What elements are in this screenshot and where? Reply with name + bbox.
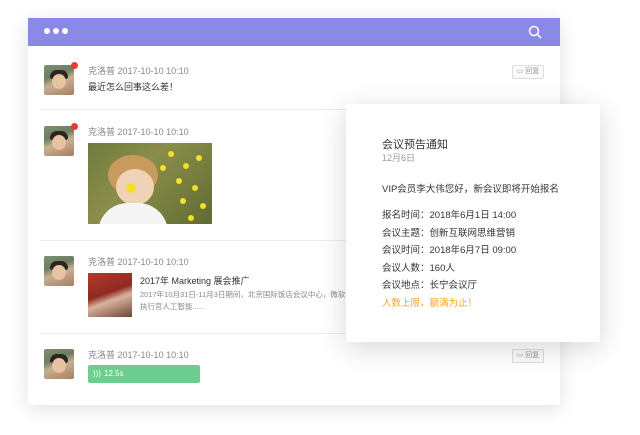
voice-wave-icon: )))	[93, 369, 101, 378]
reply-button[interactable]: ▭ 回复	[512, 349, 544, 363]
card-title[interactable]: 2017年 Marketing 展会推广	[140, 274, 250, 287]
avatar[interactable]	[44, 349, 74, 379]
author-name: 克洛普	[88, 127, 116, 137]
meeting-notice-card: 会议预告通知 12月6日 VIP会员李大伟您好，新会议即将开始报名 报名时间：2…	[346, 104, 600, 342]
card-thumbnail[interactable]	[88, 273, 132, 317]
voice-duration: 12.5s	[104, 369, 124, 378]
notice-line-signup-time: 报名时间：2018年6月1日 14:00	[382, 210, 517, 221]
unread-dot	[71, 123, 78, 130]
avatar[interactable]	[44, 256, 74, 286]
message-meta: 克洛普 2017-10-10 10:10	[88, 348, 189, 361]
reply-icon: ▭	[516, 352, 524, 359]
message-time: 2017-10-10 10:10	[117, 127, 189, 137]
message-meta: 克洛普 2017-10-10 10:10	[88, 255, 189, 268]
message-time: 2017-10-10 10:10	[117, 257, 189, 267]
author-name: 克洛普	[88, 257, 116, 267]
message-time: 2017-10-10 10:10	[117, 350, 189, 360]
message-photo[interactable]	[88, 143, 212, 224]
notice-line-topic: 会议主题：创新互联网思维营销	[382, 228, 516, 239]
notice-greeting: VIP会员李大伟您好，新会议即将开始报名	[382, 184, 559, 195]
notice-line-headcount: 会议人数：160人	[382, 263, 455, 274]
reply-button[interactable]: ▭ 回复	[512, 65, 544, 79]
card-description: 2017年10月31日-11月3日期间，北京国际饭店会议中心，微软公司首席执行官…	[140, 290, 376, 311]
message-meta: 克洛普 2017-10-10 10:10	[88, 64, 189, 77]
notice-title: 会议预告通知	[382, 139, 448, 151]
reply-icon: ▭	[516, 68, 524, 75]
notice-date: 12月6日	[382, 153, 416, 163]
top-bar	[28, 18, 560, 46]
avatar[interactable]	[44, 65, 74, 95]
author-name: 克洛普	[88, 66, 116, 76]
message-time: 2017-10-10 10:10	[117, 66, 189, 76]
author-name: 克洛普	[88, 350, 116, 360]
voice-message[interactable]: ))) 12.5s	[88, 365, 200, 383]
notice-line-location: 会议地点：长宁会议厅	[382, 280, 478, 291]
avatar[interactable]	[44, 126, 74, 156]
notice-warning: 人数上限，额满为止！	[382, 298, 478, 309]
unread-dot	[71, 62, 78, 69]
notice-line-meeting-time: 会议时间：2018年6月7日 09:00	[382, 245, 517, 256]
search-icon[interactable]	[528, 25, 542, 39]
message-meta: 克洛普 2017-10-10 10:10	[88, 125, 189, 138]
dots-icon[interactable]	[44, 28, 68, 34]
message-text: 最近怎么回事这么差！	[88, 82, 179, 92]
